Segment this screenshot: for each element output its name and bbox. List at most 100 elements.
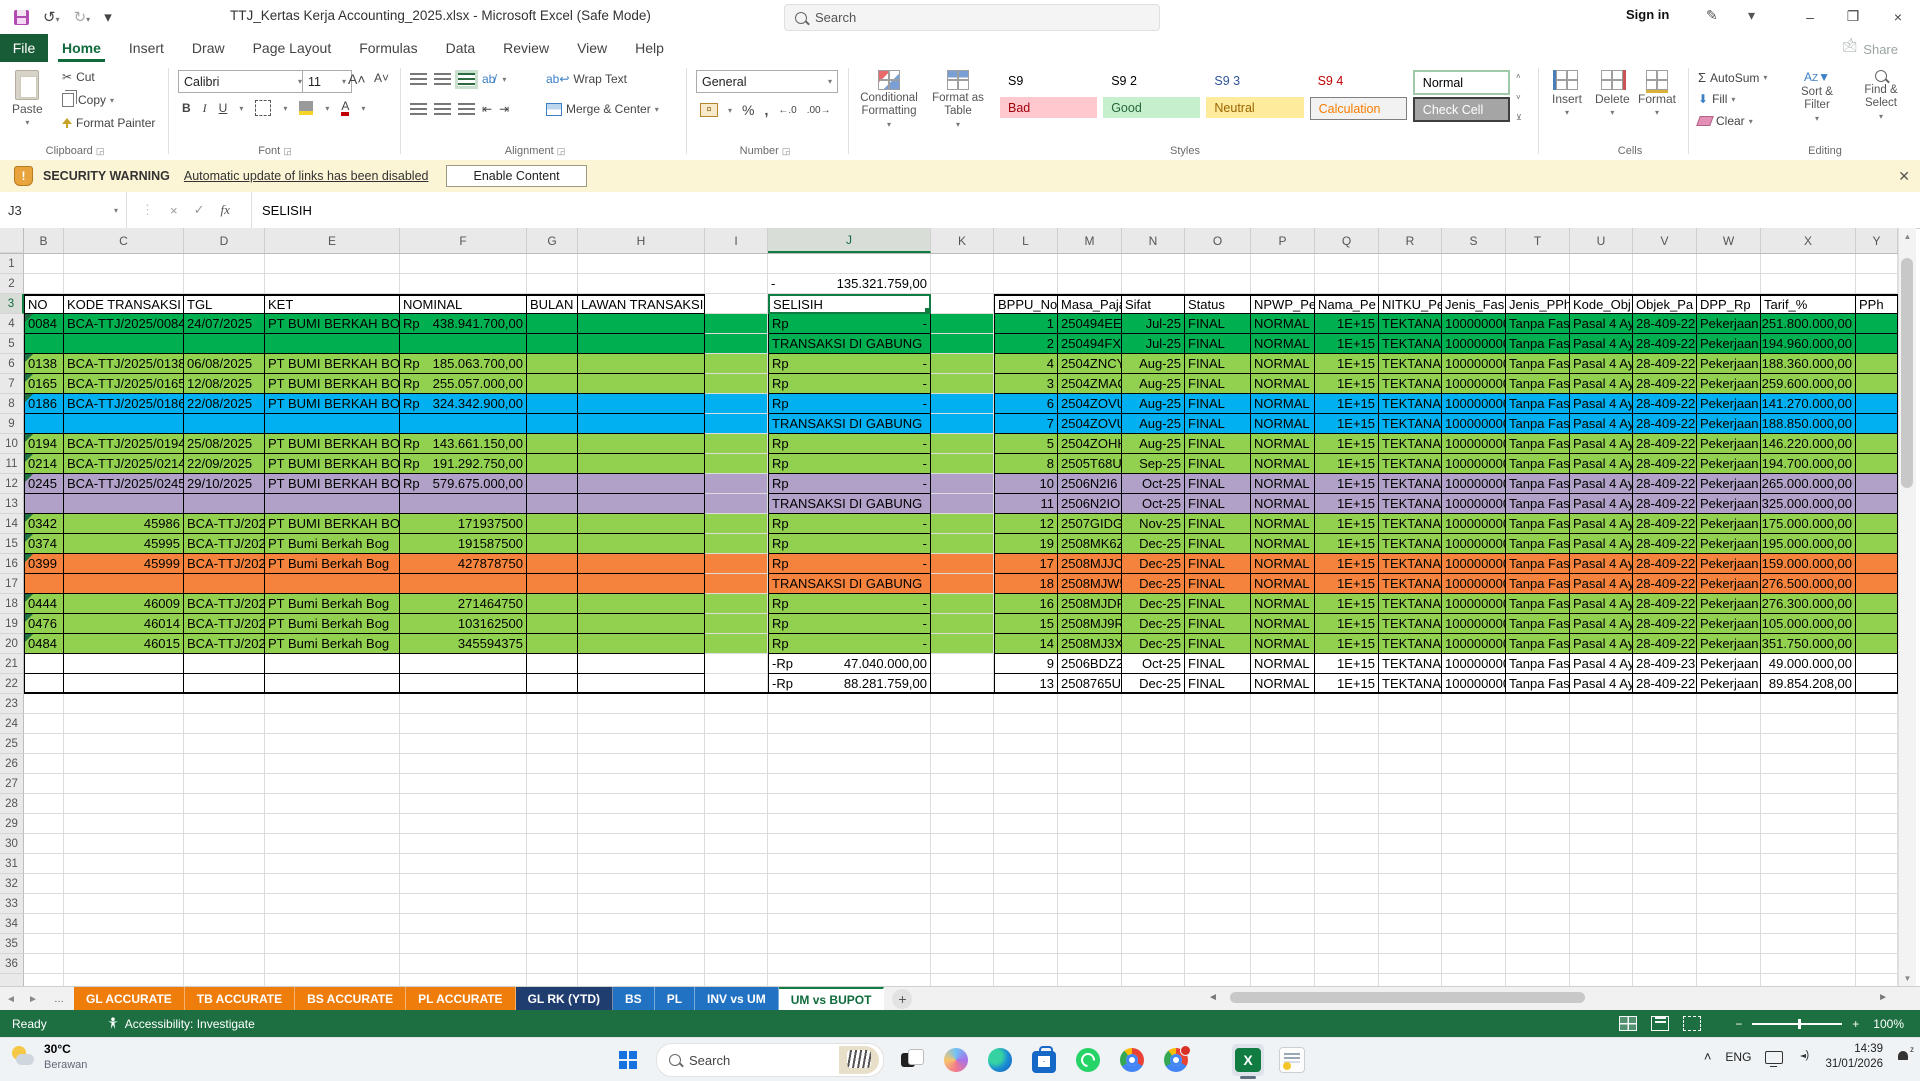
cell-O36[interactable] xyxy=(1185,954,1251,974)
cell-U15[interactable]: Pasal 4 Ay xyxy=(1570,534,1633,554)
cell-I37[interactable] xyxy=(705,974,768,986)
cell-B4[interactable]: 0084 xyxy=(24,314,64,334)
cell-V27[interactable] xyxy=(1633,774,1697,794)
cell-N25[interactable] xyxy=(1122,734,1185,754)
cell-O21[interactable]: FINAL xyxy=(1185,654,1251,674)
cell-style-bad[interactable]: Bad xyxy=(1000,97,1097,118)
cell-C12[interactable]: BCA-TTJ/2025/0245 xyxy=(64,474,184,494)
cell-G33[interactable] xyxy=(527,894,578,914)
cell-Q28[interactable] xyxy=(1315,794,1379,814)
cell-P7[interactable]: NORMAL xyxy=(1251,374,1315,394)
cell-G26[interactable] xyxy=(527,754,578,774)
cell-J17[interactable]: TRANSAKSI DI GABUNG xyxy=(768,574,931,594)
cell-N35[interactable] xyxy=(1122,934,1185,954)
row-header-37[interactable] xyxy=(0,974,24,986)
cell-P32[interactable] xyxy=(1251,874,1315,894)
cell-O15[interactable]: FINAL xyxy=(1185,534,1251,554)
cell-L30[interactable] xyxy=(994,834,1058,854)
cell-O6[interactable]: FINAL xyxy=(1185,354,1251,374)
cell-E7[interactable]: PT BUMI BERKAH BOG xyxy=(265,374,400,394)
cell-K4[interactable] xyxy=(931,314,994,334)
cell-G31[interactable] xyxy=(527,854,578,874)
cell-P9[interactable]: NORMAL xyxy=(1251,414,1315,434)
cell-W15[interactable]: Pekerjaan xyxy=(1697,534,1761,554)
cell-C20[interactable]: 46015 xyxy=(64,634,184,654)
cell-M15[interactable]: 2508MK6Z xyxy=(1058,534,1122,554)
cell-N15[interactable]: Dec-25 xyxy=(1122,534,1185,554)
cell-E31[interactable] xyxy=(265,854,400,874)
cell-H1[interactable] xyxy=(578,254,705,274)
cell-R14[interactable]: TEKTANA xyxy=(1379,514,1442,534)
cell-R20[interactable]: TEKTANA xyxy=(1379,634,1442,654)
cell-W29[interactable] xyxy=(1697,814,1761,834)
cell-W25[interactable] xyxy=(1697,734,1761,754)
cell-I33[interactable] xyxy=(705,894,768,914)
cell-K8[interactable] xyxy=(931,394,994,414)
cell-D13[interactable] xyxy=(184,494,265,514)
cell-F8[interactable]: Rp324.342.900,00 xyxy=(400,394,527,414)
cell-Y17[interactable] xyxy=(1856,574,1898,594)
cell-K14[interactable] xyxy=(931,514,994,534)
cell-H29[interactable] xyxy=(578,814,705,834)
cell-X5[interactable]: 194.960.000,00 xyxy=(1761,334,1856,354)
row-header-19[interactable]: 19 xyxy=(0,614,24,634)
cell-K19[interactable] xyxy=(931,614,994,634)
cell-N34[interactable] xyxy=(1122,914,1185,934)
cell-B7[interactable]: 0165 xyxy=(24,374,64,394)
align-center-icon[interactable] xyxy=(434,103,451,116)
cell-E12[interactable]: PT BUMI BERKAH BOG xyxy=(265,474,400,494)
align-bottom-icon[interactable] xyxy=(458,73,475,86)
sheet-list-icon[interactable]: … xyxy=(44,987,74,1011)
cell-B9[interactable] xyxy=(24,414,64,434)
cell-C22[interactable] xyxy=(64,674,184,694)
cell-K12[interactable] xyxy=(931,474,994,494)
cell-Y35[interactable] xyxy=(1856,934,1898,954)
cell-T21[interactable]: Tanpa Fas xyxy=(1506,654,1570,674)
cell-Y25[interactable] xyxy=(1856,734,1898,754)
cell-Y10[interactable] xyxy=(1856,434,1898,454)
cell-F3[interactable]: NOMINAL xyxy=(400,294,527,314)
cell-P35[interactable] xyxy=(1251,934,1315,954)
cell-Y22[interactable] xyxy=(1856,674,1898,694)
cell-Q1[interactable] xyxy=(1315,254,1379,274)
confirm-formula-icon[interactable]: ✓ xyxy=(194,202,205,218)
cell-Q24[interactable] xyxy=(1315,714,1379,734)
cell-E30[interactable] xyxy=(265,834,400,854)
row-header-8[interactable]: 8 xyxy=(0,394,24,414)
cell-D23[interactable] xyxy=(184,694,265,714)
cell-I31[interactable] xyxy=(705,854,768,874)
cell-R35[interactable] xyxy=(1379,934,1442,954)
cell-D34[interactable] xyxy=(184,914,265,934)
cell-B31[interactable] xyxy=(24,854,64,874)
cell-N10[interactable]: Aug-25 xyxy=(1122,434,1185,454)
sheet-tab-gl-rk-ytd-[interactable]: GL RK (YTD) xyxy=(516,987,613,1011)
minimize-button[interactable]: – xyxy=(1790,0,1830,33)
cell-J21[interactable]: -Rp47.040.000,00 xyxy=(768,654,931,674)
cell-I18[interactable] xyxy=(705,594,768,614)
cell-D32[interactable] xyxy=(184,874,265,894)
cell-X10[interactable]: 146.220.000,00 xyxy=(1761,434,1856,454)
cell-X2[interactable] xyxy=(1761,274,1856,294)
column-header-H[interactable]: H xyxy=(578,228,705,253)
cell-N7[interactable]: Aug-25 xyxy=(1122,374,1185,394)
cell-I11[interactable] xyxy=(705,454,768,474)
clipboard-dialog-launcher-icon[interactable]: ◲ xyxy=(96,146,105,156)
cell-E20[interactable]: PT Bumi Berkah Bog xyxy=(265,634,400,654)
cell-S8[interactable]: 100000000 xyxy=(1442,394,1506,414)
tab-view[interactable]: View xyxy=(563,34,621,62)
column-header-Q[interactable]: Q xyxy=(1315,228,1379,253)
cell-W33[interactable] xyxy=(1697,894,1761,914)
cell-O20[interactable]: FINAL xyxy=(1185,634,1251,654)
ribbon-display-icon[interactable]: ▾ xyxy=(1748,7,1755,24)
cell-U5[interactable]: Pasal 4 Ay xyxy=(1570,334,1633,354)
cell-I22[interactable] xyxy=(705,674,768,694)
cell-I25[interactable] xyxy=(705,734,768,754)
cell-N28[interactable] xyxy=(1122,794,1185,814)
cell-M3[interactable]: Masa_Paja xyxy=(1058,294,1122,314)
cell-B15[interactable]: 0374 xyxy=(24,534,64,554)
cell-L12[interactable]: 10 xyxy=(994,474,1058,494)
cell-U35[interactable] xyxy=(1570,934,1633,954)
cell-R18[interactable]: TEKTANA xyxy=(1379,594,1442,614)
cell-G36[interactable] xyxy=(527,954,578,974)
cell-S15[interactable]: 100000000 xyxy=(1442,534,1506,554)
